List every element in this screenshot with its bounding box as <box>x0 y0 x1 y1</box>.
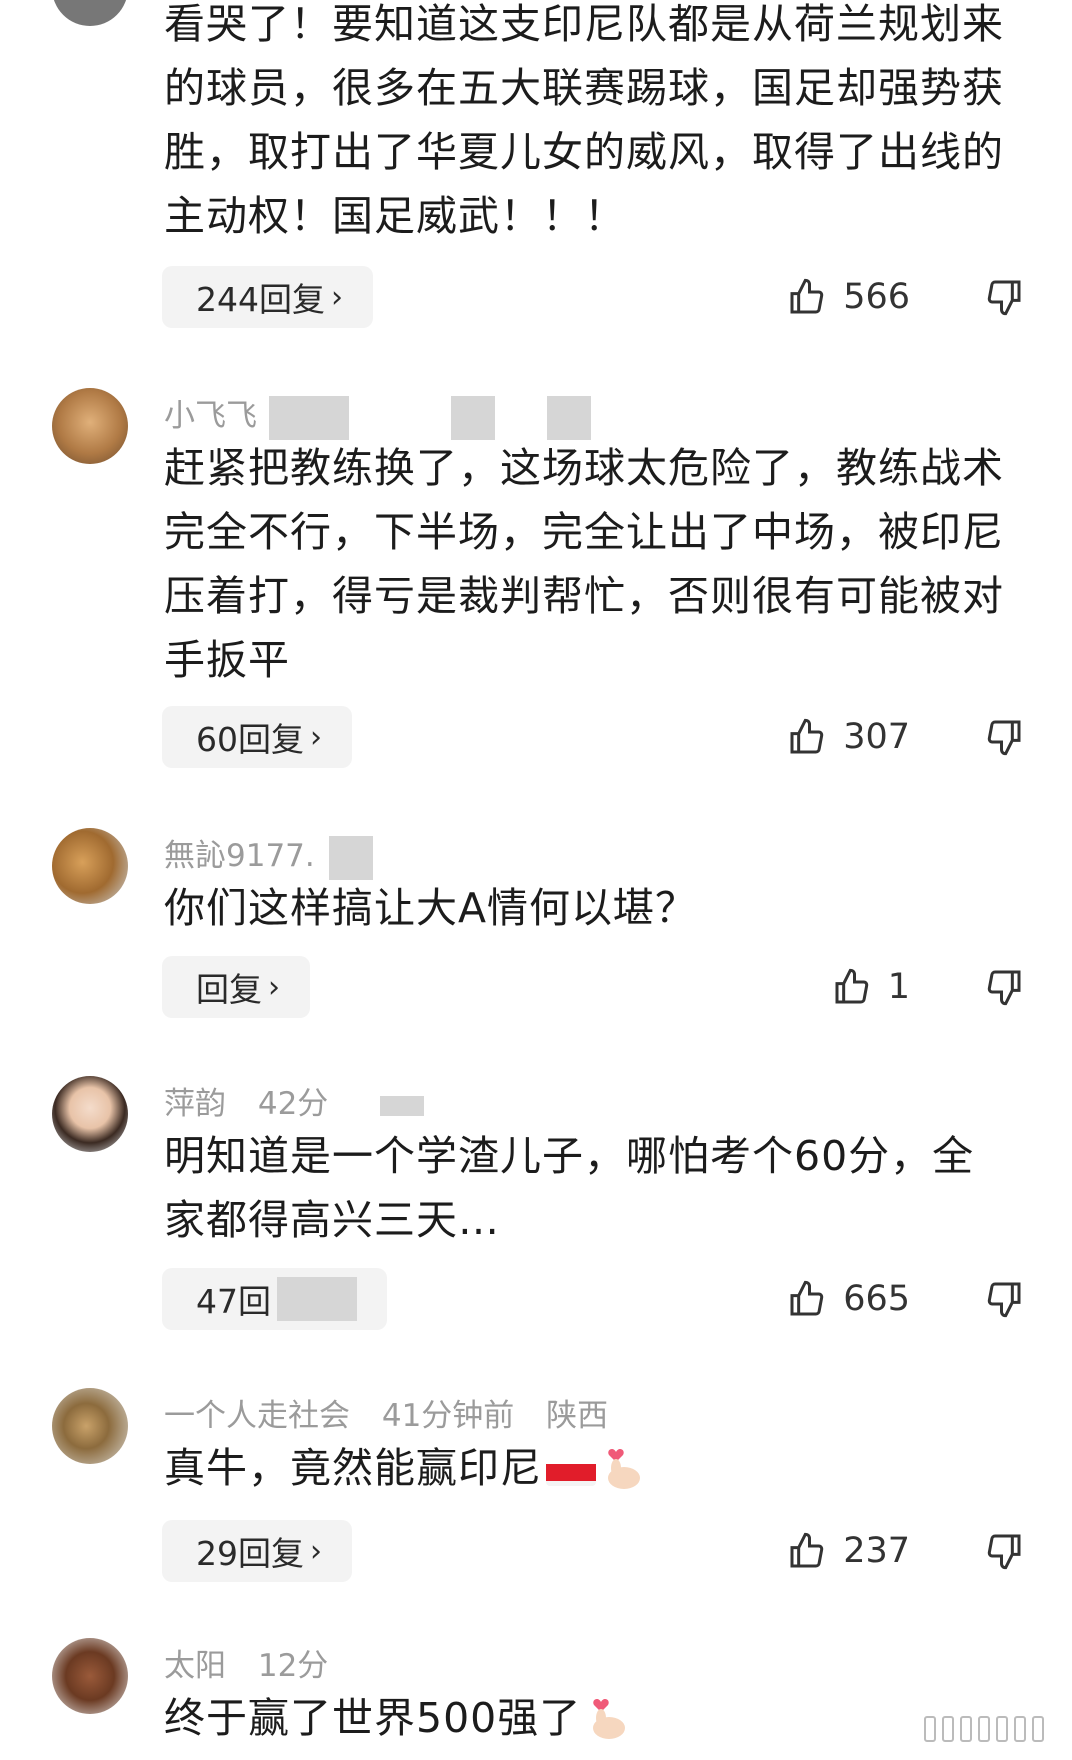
comment-text: 明知道是一个学渣儿子，哪怕考个60分，全家都得高兴三天… <box>164 1132 975 1244</box>
reply-label: 60回复 <box>196 720 304 759</box>
thumbs-down-icon <box>987 720 1021 756</box>
like-button[interactable]: 1 <box>832 956 910 1018</box>
comment-meta: 萍韵 42分 <box>164 1078 446 1123</box>
like-button[interactable]: 307 <box>787 706 910 768</box>
dislike-button[interactable] <box>984 956 1024 1018</box>
thumbs-up-icon <box>790 1280 824 1316</box>
reply-label: 29回复 <box>196 1534 304 1573</box>
reply-button[interactable]: 244回复 › <box>162 266 373 328</box>
comment-text: 终于赢了世界500强了 <box>164 1694 582 1742</box>
indonesia-flag-icon <box>546 1452 596 1486</box>
avatar[interactable] <box>52 388 128 464</box>
avatar[interactable] <box>52 1388 128 1464</box>
watermark-bars <box>924 1716 1044 1742</box>
redacted-block <box>380 1095 425 1116</box>
like-count: 307 <box>843 717 910 757</box>
comment-text: 赶紧把教练换了，这场球太危险了，教练战术完全不行，下半场，完全让出了中场，被印尼… <box>164 444 1004 684</box>
avatar[interactable] <box>52 0 128 26</box>
username[interactable]: 萍韵 <box>164 1086 226 1122</box>
like-count: 665 <box>843 1279 910 1319</box>
comment-meta: 太阳 12分 <box>164 1640 350 1685</box>
dislike-button[interactable] <box>984 1268 1024 1330</box>
reply-label: 244回复 <box>196 280 325 319</box>
redacted-block <box>450 395 495 440</box>
reply-button[interactable]: 60回复 › <box>162 706 352 768</box>
thumbs-up-icon <box>790 1532 824 1568</box>
reply-label: 47回 <box>196 1282 271 1321</box>
username[interactable]: 太阳 <box>164 1648 226 1684</box>
chevron-right-icon: › <box>310 719 322 755</box>
thumbs-up-icon <box>835 968 868 1004</box>
comment-text: 看哭了！要知道这支印尼队都是从荷兰规划来的球员，很多在五大联赛踢球，国足却强势获… <box>164 0 1004 240</box>
comment-text-line: 真牛，竟然能赢印尼 <box>164 1436 1014 1500</box>
comment-text: 你们这样搞让大A情何以堪？ <box>164 884 698 932</box>
redacted-block <box>546 395 591 440</box>
avatar[interactable] <box>52 1076 128 1152</box>
thumbs-down-icon <box>987 970 1021 1006</box>
dislike-button[interactable] <box>984 266 1024 328</box>
reply-button[interactable]: 47回 <box>162 1268 387 1330</box>
username[interactable]: 小飞飞 <box>164 398 257 434</box>
username[interactable]: 無訫9177. <box>164 838 315 874</box>
dislike-button[interactable] <box>984 706 1024 768</box>
avatar[interactable] <box>52 1638 128 1714</box>
like-button[interactable]: 566 <box>787 266 910 328</box>
thumbs-down-icon <box>987 1534 1021 1570</box>
dislike-button[interactable] <box>984 1520 1024 1582</box>
thumbs-up-icon <box>790 718 824 754</box>
like-count: 566 <box>843 277 910 317</box>
reply-button[interactable]: 回复 › <box>162 956 310 1018</box>
timestamp: 41分钟前 <box>381 1398 515 1434</box>
comment-meta: 一个人走社会 41分钟前 陕西 <box>164 1390 630 1435</box>
redacted-block <box>268 395 349 440</box>
thumbs-down-icon <box>987 1282 1021 1318</box>
timestamp: 42分 <box>257 1086 329 1122</box>
reply-label: 回复 <box>196 970 262 1009</box>
like-count: 1 <box>887 967 910 1007</box>
chevron-right-icon: › <box>310 1533 322 1569</box>
thumbs-up-icon <box>790 278 824 314</box>
redacted-block <box>277 1277 357 1321</box>
username[interactable]: 一个人走社会 <box>164 1398 350 1434</box>
comment-text: 真牛，竟然能赢印尼 <box>164 1444 542 1492</box>
redacted-block <box>328 835 373 880</box>
finger-heart-icon <box>581 1692 631 1742</box>
comment-text-line: 终于赢了世界500强了 <box>164 1686 1014 1750</box>
finger-heart-icon <box>596 1442 646 1492</box>
reply-button[interactable]: 29回复 › <box>162 1520 352 1582</box>
thumbs-down-icon <box>987 280 1021 316</box>
avatar[interactable] <box>52 828 128 904</box>
like-button[interactable]: 665 <box>787 1268 910 1330</box>
like-count: 237 <box>843 1531 910 1571</box>
chevron-right-icon: › <box>268 969 280 1005</box>
timestamp: 12分 <box>257 1648 329 1684</box>
comment-meta: 小飞飞 <box>164 390 613 440</box>
like-button[interactable]: 237 <box>787 1520 910 1582</box>
comment-meta: 無訫9177. <box>164 830 395 880</box>
chevron-right-icon: › <box>331 279 343 315</box>
location: 陕西 <box>546 1398 609 1434</box>
